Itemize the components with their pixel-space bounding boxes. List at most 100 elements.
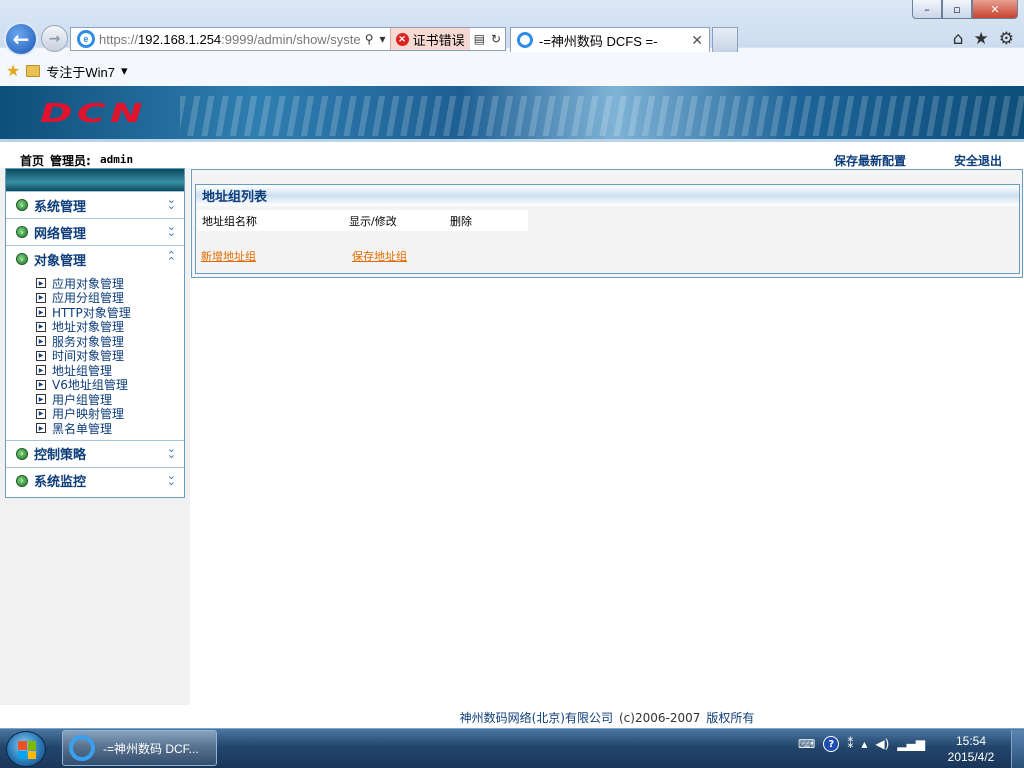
address-actions: ▤ ↻ [470, 32, 505, 46]
sidebar: › 系统管理 ⌄ ⌄ › 网络管理 ⌄ ⌄ › 对象管理 ⌃ ⌃ ▶ 应用对象管理 ▶ 应… [5, 168, 185, 498]
favorites-bar: ★ 专注于Win7 ▾ [0, 58, 1024, 84]
favorites-star-icon[interactable]: ★ [974, 29, 989, 49]
home-link[interactable]: 首页 [20, 152, 44, 169]
show-hidden-icons-icon[interactable]: ▴ [861, 737, 867, 751]
play-icon: ▶ [36, 379, 46, 390]
play-icon: ▶ [36, 292, 46, 303]
chevron-double-down-icon[interactable]: ⌄ ⌄ [167, 443, 176, 460]
sidebar-section-objects[interactable]: › 对象管理 ⌃ ⌃ [6, 245, 184, 272]
volume-icon[interactable]: ◀) [875, 737, 889, 751]
taskbar-ie-button[interactable]: -=神州数码 DCF... [62, 730, 217, 766]
url-text[interactable]: https://192.168.1.254:9999/admin/show/sy… [99, 32, 361, 47]
play-icon: ▶ [36, 350, 46, 361]
content-empty-area [190, 279, 1024, 705]
sidebar-item-blacklist[interactable]: ▶ 黑名单管理 [36, 421, 184, 436]
dcn-logo: DCN [40, 99, 148, 129]
sidebar-section-label: 对象管理 [34, 253, 87, 269]
chevron-double-down-icon[interactable]: ⌄ ⌄ [167, 221, 176, 238]
column-header-delete: 删除 [450, 214, 472, 228]
chevron-down-icon[interactable]: ▾ [121, 63, 128, 79]
search-icon[interactable]: ⚲ [365, 32, 374, 46]
forward-button[interactable]: → [41, 25, 68, 52]
restore-button[interactable]: ▫ [942, 0, 972, 19]
save-config-link[interactable]: 保存最新配置 [834, 152, 906, 169]
favorites-item[interactable]: 专注于Win7 [46, 62, 115, 81]
help-icon[interactable]: ? [823, 736, 840, 752]
browser-toolbar: ⌂ ★ ⚙ [953, 29, 1014, 49]
add-favorites-icon[interactable]: ★ [6, 61, 20, 81]
address-bar[interactable]: e https://192.168.1.254:9999/admin/show/… [70, 27, 506, 51]
new-tab-button[interactable] [712, 27, 738, 52]
error-icon: ✕ [395, 32, 409, 46]
taskbar-ie-label: -=神州数码 DCF... [103, 741, 199, 756]
banner [0, 86, 1024, 142]
sidebar-section-label: 控制策略 [34, 448, 87, 463]
keyboard-icon[interactable]: ⌨ [798, 737, 815, 751]
system-tray: ⌨ ? ⁑ ▴ ◀) ▂▄▆ [798, 736, 925, 752]
tab-dcfs[interactable]: -=神州数码 DCFS =- ✕ [510, 27, 710, 52]
sidebar-section-system[interactable]: › 系统管理 ⌄ ⌄ [6, 191, 184, 218]
green-arrow-icon: › [16, 199, 28, 211]
play-icon: ▶ [36, 408, 46, 419]
start-button[interactable] [6, 731, 46, 767]
save-address-group-link[interactable]: 保存地址组 [352, 248, 407, 264]
clock[interactable]: 15:54 2015/4/2 [938, 733, 1004, 765]
arrow-right-icon: → [48, 30, 61, 47]
page-footer: 神州数码网络(北京)有限公司 (c)2006-2007 版权所有 [190, 705, 1024, 730]
footer-rights: 版权所有 [706, 711, 755, 725]
sidebar-section-network[interactable]: › 网络管理 ⌄ ⌄ [6, 218, 184, 245]
window-controls: – ▫ ✕ [912, 0, 1018, 19]
address-group-table-header: 地址组名称 显示/修改 删除 [197, 210, 528, 231]
sidebar-section-monitor[interactable]: › 系统监控 ⌄ ⌄ [6, 466, 184, 494]
panel-title: 地址组列表 [196, 185, 1019, 206]
play-icon: ▶ [36, 307, 46, 318]
chevron-double-down-icon[interactable]: ⌄ ⌄ [167, 470, 176, 487]
dropdown-icon[interactable]: ▾ [380, 32, 386, 46]
gear-icon[interactable]: ⚙ [999, 29, 1014, 49]
clock-date: 2015/4/2 [947, 750, 995, 764]
ie-icon [69, 735, 95, 761]
add-address-group-link[interactable]: 新增地址组 [201, 248, 256, 264]
ie-icon [517, 32, 533, 48]
sidebar-section-label: 系统管理 [34, 199, 87, 215]
close-window-button[interactable]: ✕ [972, 0, 1018, 19]
sidebar-section-policy[interactable]: › 控制策略 ⌄ ⌄ [6, 439, 184, 467]
network-signal-icon[interactable]: ▂▄▆ [897, 737, 925, 751]
admin-user: admin [100, 153, 134, 166]
folder-icon [26, 65, 41, 77]
green-arrow-icon: › [16, 226, 28, 238]
column-header-name: 地址组名称 [202, 214, 257, 228]
sidebar-section-label: 网络管理 [34, 226, 87, 242]
windows-logo-icon [18, 741, 36, 759]
logout-link[interactable]: 安全退出 [954, 152, 1002, 169]
certificate-error-label: 证书错误 [412, 32, 465, 48]
play-icon: ▶ [36, 365, 46, 376]
show-desktop-button[interactable] [1011, 730, 1024, 768]
play-icon: ▶ [36, 336, 46, 347]
green-arrow-icon: › [16, 253, 28, 265]
play-icon: ▶ [36, 278, 46, 289]
address-controls: ⚲ ▾ [361, 32, 390, 46]
column-header-edit: 显示/修改 [349, 214, 397, 228]
admin-label: 管理员: [50, 154, 91, 168]
objects-submenu: ▶ 应用对象管理 ▶ 应用分组管理 ▶ HTTP对象管理 ▶ 地址对象管理 ▶ 服务对象管… [6, 272, 184, 440]
refresh-icon[interactable]: ↻ [491, 32, 501, 46]
certificate-error-badge[interactable]: ✕ 证书错误 [389, 28, 470, 50]
home-icon[interactable]: ⌂ [953, 29, 964, 49]
chevron-double-down-icon[interactable]: ⌄ ⌄ [167, 194, 176, 211]
compat-view-icon[interactable]: ▤ [474, 32, 485, 46]
close-tab-icon[interactable]: ✕ [691, 32, 703, 49]
play-icon: ▶ [36, 394, 46, 405]
tab-title: -=神州数码 DCFS =- [539, 33, 658, 49]
chevron-double-up-icon[interactable]: ⌃ ⌃ [167, 250, 176, 267]
green-arrow-icon: › [16, 447, 28, 460]
arrow-left-icon: ← [12, 27, 30, 51]
play-icon: ▶ [36, 423, 46, 434]
green-arrow-icon: › [16, 474, 28, 487]
footer-copyright: (c)2006-2007 [618, 710, 701, 725]
back-button[interactable]: ← [4, 22, 38, 56]
footer-company: 神州数码网络(北京)有限公司 [459, 711, 613, 725]
action-center-icon[interactable]: ⁑ [847, 737, 853, 751]
clock-time: 15:54 [955, 734, 987, 748]
minimize-button[interactable]: – [912, 0, 942, 19]
